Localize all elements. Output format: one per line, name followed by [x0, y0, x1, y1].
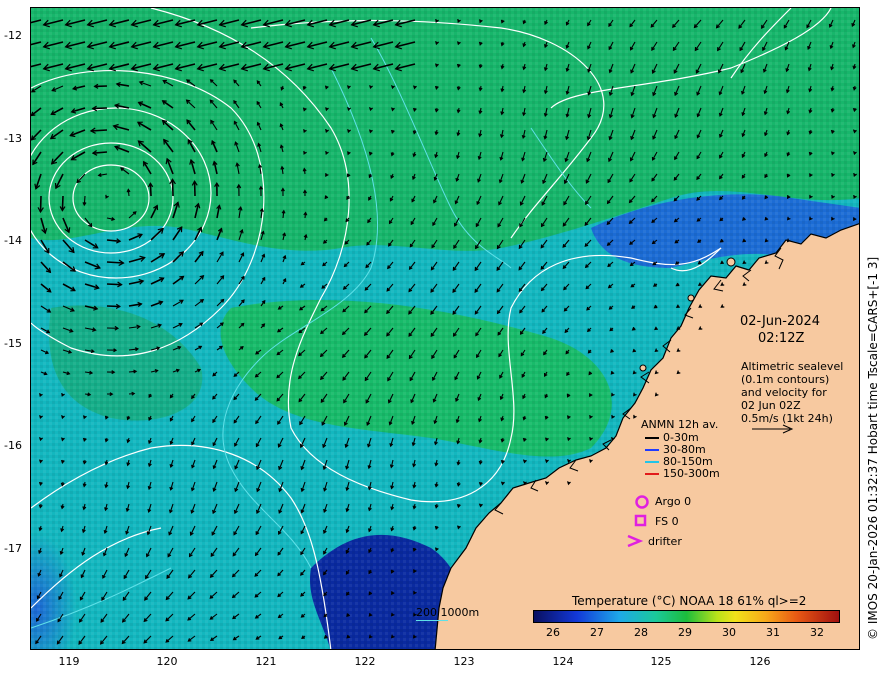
lat-tick-label: -15 — [4, 337, 22, 350]
isobath-swatch — [416, 620, 448, 621]
map-date: 02-Jun-2024 — [740, 314, 821, 329]
colorbar-tick: 27 — [590, 626, 604, 639]
side-credit: © IMOS 20-Jan-2026 01:32:37 Hobart time … — [866, 256, 880, 640]
arrow-icon — [645, 473, 659, 475]
colorbar-tick: 32 — [810, 626, 824, 639]
altimetry-note: Altimetric sealevel (0.1m contours) and … — [741, 360, 843, 425]
velocity-arrow — [92, 107, 108, 110]
island — [687, 294, 695, 302]
velocity-arrow — [61, 195, 64, 211]
arrow-icon — [645, 449, 659, 451]
depth-contours-label: 200 1000m — [416, 606, 480, 619]
lon-tick-label: 123 — [453, 655, 475, 668]
lon-tick-label: 121 — [255, 655, 277, 668]
colorbar-tick: 31 — [766, 626, 780, 639]
lat-tick-label: -13 — [4, 132, 22, 145]
velocity-arrow — [171, 179, 174, 197]
square-icon — [634, 514, 647, 527]
lon-tick-label: 126 — [749, 655, 771, 668]
arrow-icon — [645, 461, 659, 463]
sst-map[interactable] — [31, 8, 860, 650]
island — [726, 257, 736, 267]
lat-tick-label: -17 — [4, 542, 22, 555]
altimetry-line: and velocity for — [741, 386, 827, 399]
fs-label: FS 0 — [655, 515, 679, 528]
velocity-arrow — [90, 129, 108, 132]
lon-tick-label: 120 — [156, 655, 178, 668]
colorbar-tick: 30 — [722, 626, 736, 639]
lat-tick-label: -12 — [4, 29, 22, 42]
altimetry-line: (0.1m contours) — [741, 373, 830, 386]
temperature-colorbar — [533, 610, 840, 623]
lon-tick-label: 124 — [552, 655, 574, 668]
anmn-legend-row: 150-300m — [645, 467, 720, 480]
anmn-legend-title: ANMN 12h av. — [641, 418, 719, 431]
circle-icon — [635, 495, 649, 509]
lat-tick-label: -16 — [4, 439, 22, 452]
altimetry-line: 02 Jun 02Z — [741, 399, 801, 412]
velocity-arrow — [39, 195, 42, 213]
depth-bin-label: 150-300m — [663, 467, 720, 480]
lon-tick-label: 125 — [650, 655, 672, 668]
map-frame[interactable] — [30, 7, 860, 650]
colorbar-title: Temperature (°C) NOAA 18 61% ql>=2 — [572, 594, 807, 608]
velocity-arrow — [149, 183, 152, 197]
scale-arrow-icon — [752, 424, 794, 434]
colorbar-tick: 28 — [634, 626, 648, 639]
lon-tick-label: 122 — [354, 655, 376, 668]
colorbar-tick: 26 — [546, 626, 560, 639]
velocity-arrow — [106, 283, 122, 286]
altimetry-line: Altimetric sealevel — [741, 360, 844, 373]
lat-tick-label: -14 — [4, 234, 22, 247]
lon-tick-label: 119 — [58, 655, 80, 668]
chevron-icon — [627, 534, 644, 548]
map-time: 02:12Z — [758, 331, 805, 346]
drifter-label: drifter — [648, 535, 682, 548]
colorbar-tick: 29 — [678, 626, 692, 639]
island — [639, 364, 647, 372]
arrow-icon — [645, 437, 659, 439]
velocity-arrow — [106, 305, 120, 308]
argo-label: Argo 0 — [655, 495, 692, 508]
velocity-arrow — [106, 261, 124, 264]
